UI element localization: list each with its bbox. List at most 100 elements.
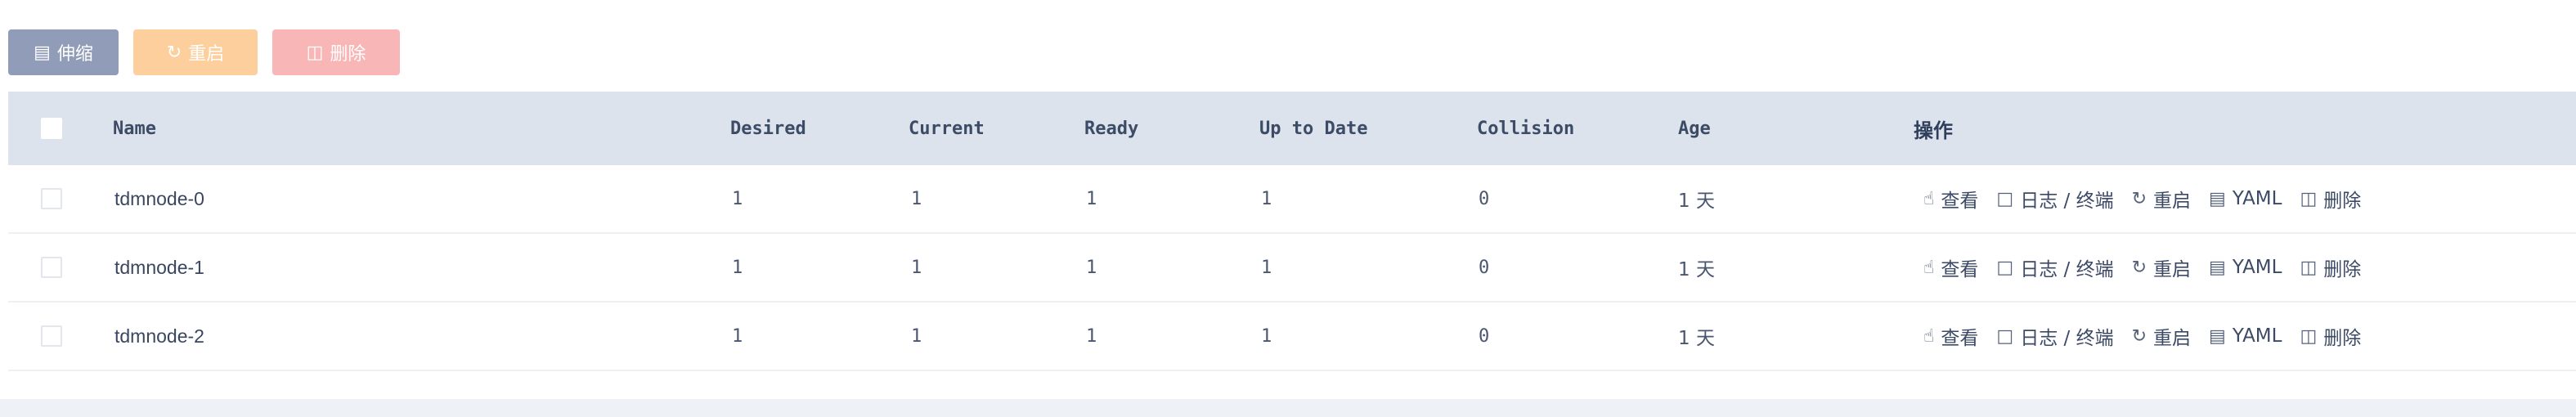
table-header: Name Desired Current Ready Up to Date Co… xyxy=(8,92,2576,165)
delete-action-label: 删除 xyxy=(2323,191,2362,212)
pointer-icon: ☝ xyxy=(1923,188,1935,209)
pointer-icon: ☝ xyxy=(1923,257,1935,278)
logs-terminal-action-label: 日志 / 终端 xyxy=(2020,328,2114,349)
logs-terminal-action[interactable]: □ 日志 / 终端 xyxy=(1996,253,2113,281)
terminal-icon: □ xyxy=(1996,188,2014,209)
restart-button-label: 重启 xyxy=(188,44,225,65)
delete-action[interactable]: ◫ 删除 xyxy=(2300,322,2361,350)
logs-terminal-action-label: 日志 / 终端 xyxy=(2020,191,2114,212)
trash-icon: ◫ xyxy=(2300,325,2318,347)
statefulset-table: Name Desired Current Ready Up to Date Co… xyxy=(8,92,2576,371)
yaml-action[interactable]: ▤ YAML xyxy=(2209,325,2282,347)
row-ready: 1 xyxy=(1086,188,1097,209)
table-footer-bar xyxy=(0,399,2576,417)
row-current: 1 xyxy=(911,188,922,209)
row-up-to-date: 1 xyxy=(1261,188,1272,209)
yaml-action[interactable]: ▤ YAML xyxy=(2209,188,2282,209)
view-action-label: 查看 xyxy=(1941,259,1979,280)
view-action[interactable]: ☝ 查看 xyxy=(1923,253,1978,281)
restart-action-label: 重启 xyxy=(2153,259,2192,280)
select-all-cell xyxy=(41,92,62,165)
row-name[interactable]: tdmnode-2 xyxy=(114,303,204,370)
delete-button[interactable]: ◫ 删除 xyxy=(272,29,400,75)
table-row: tdmnode-0 1 1 1 1 0 1 天 ☝ 查看 □ 日志 / 终端 ↻… xyxy=(8,165,2576,234)
document-icon: ▤ xyxy=(2209,325,2226,347)
column-header-ready[interactable]: Ready xyxy=(1084,92,1138,165)
row-name[interactable]: tdmnode-0 xyxy=(114,165,204,232)
row-up-to-date: 1 xyxy=(1261,325,1272,347)
delete-action[interactable]: ◫ 删除 xyxy=(2300,185,2361,213)
logs-terminal-action-label: 日志 / 终端 xyxy=(2020,259,2114,280)
row-ready: 1 xyxy=(1086,257,1097,278)
row-actions: ☝ 查看 □ 日志 / 终端 ↻ 重启 ▤ YAML ◫ 删除 xyxy=(1923,234,2361,301)
column-header-current[interactable]: Current xyxy=(909,92,985,165)
refresh-icon: ↻ xyxy=(2131,188,2147,209)
row-checkbox[interactable] xyxy=(41,188,62,209)
row-select-cell xyxy=(41,234,62,301)
delete-action-label: 删除 xyxy=(2323,328,2362,349)
terminal-icon: □ xyxy=(1996,325,2014,347)
row-name[interactable]: tdmnode-1 xyxy=(114,234,204,301)
row-collision: 0 xyxy=(1479,188,1490,209)
row-checkbox[interactable] xyxy=(41,325,62,347)
refresh-icon: ↻ xyxy=(2131,325,2147,347)
trash-icon: ◫ xyxy=(306,42,324,63)
row-age: 1 天 xyxy=(1678,328,1715,349)
column-header-desired[interactable]: Desired xyxy=(730,92,806,165)
toolbar: ▤ 伸缩 ↻ 重启 ◫ 删除 xyxy=(8,29,400,75)
scale-button[interactable]: ▤ 伸缩 xyxy=(8,29,119,75)
trash-icon: ◫ xyxy=(2300,188,2318,209)
yaml-action[interactable]: ▤ YAML xyxy=(2209,257,2282,278)
restart-action-label: 重启 xyxy=(2153,328,2192,349)
select-all-checkbox[interactable] xyxy=(41,118,62,139)
yaml-action-label: YAML xyxy=(2232,325,2282,347)
row-desired: 1 xyxy=(732,188,743,209)
table-row: tdmnode-2 1 1 1 1 0 1 天 ☝ 查看 □ 日志 / 终端 ↻… xyxy=(8,303,2576,371)
row-select-cell xyxy=(41,165,62,232)
pointer-icon: ☝ xyxy=(1923,325,1935,347)
row-collision: 0 xyxy=(1479,257,1490,278)
column-header-actions: 操作 xyxy=(1914,119,1953,142)
row-age: 1 天 xyxy=(1678,191,1715,212)
view-action-label: 查看 xyxy=(1941,328,1979,349)
row-actions: ☝ 查看 □ 日志 / 终端 ↻ 重启 ▤ YAML ◫ 删除 xyxy=(1923,303,2361,370)
scale-button-label: 伸缩 xyxy=(56,44,93,65)
resize-icon: ▤ xyxy=(34,42,51,63)
row-actions: ☝ 查看 □ 日志 / 终端 ↻ 重启 ▤ YAML ◫ 删除 xyxy=(1923,165,2361,232)
restart-action[interactable]: ↻ 重启 xyxy=(2132,185,2191,213)
column-header-name[interactable]: Name xyxy=(113,92,156,165)
delete-action-label: 删除 xyxy=(2323,259,2362,280)
trash-icon: ◫ xyxy=(2300,257,2318,278)
row-select-cell xyxy=(41,303,62,370)
document-icon: ▤ xyxy=(2209,188,2226,209)
row-current: 1 xyxy=(911,325,922,347)
delete-button-label: 删除 xyxy=(330,44,366,65)
column-header-age[interactable]: Age xyxy=(1678,92,1711,165)
view-action[interactable]: ☝ 查看 xyxy=(1923,322,1978,350)
statefulset-list-page: ▤ 伸缩 ↻ 重启 ◫ 删除 Name Desired Current Read… xyxy=(0,0,2576,417)
column-header-up-to-date[interactable]: Up to Date xyxy=(1259,92,1367,165)
restart-action[interactable]: ↻ 重启 xyxy=(2132,322,2191,350)
row-desired: 1 xyxy=(732,325,743,347)
row-checkbox[interactable] xyxy=(41,257,62,278)
restart-action[interactable]: ↻ 重启 xyxy=(2132,253,2191,281)
row-collision: 0 xyxy=(1479,325,1490,347)
restart-action-label: 重启 xyxy=(2153,191,2192,212)
row-ready: 1 xyxy=(1086,325,1097,347)
yaml-action-label: YAML xyxy=(2232,257,2282,278)
table-row: tdmnode-1 1 1 1 1 0 1 天 ☝ 查看 □ 日志 / 终端 ↻… xyxy=(8,234,2576,303)
delete-action[interactable]: ◫ 删除 xyxy=(2300,253,2361,281)
logs-terminal-action[interactable]: □ 日志 / 终端 xyxy=(1996,322,2113,350)
yaml-action-label: YAML xyxy=(2232,188,2282,209)
row-age: 1 天 xyxy=(1678,259,1715,280)
document-icon: ▤ xyxy=(2209,257,2226,278)
view-action-label: 查看 xyxy=(1941,191,1979,212)
refresh-icon: ↻ xyxy=(2131,257,2147,278)
row-up-to-date: 1 xyxy=(1261,257,1272,278)
column-header-collision[interactable]: Collision xyxy=(1477,92,1574,165)
view-action[interactable]: ☝ 查看 xyxy=(1923,185,1978,213)
logs-terminal-action[interactable]: □ 日志 / 终端 xyxy=(1996,185,2113,213)
refresh-icon: ↻ xyxy=(166,42,182,63)
restart-button[interactable]: ↻ 重启 xyxy=(133,29,258,75)
terminal-icon: □ xyxy=(1996,257,2014,278)
